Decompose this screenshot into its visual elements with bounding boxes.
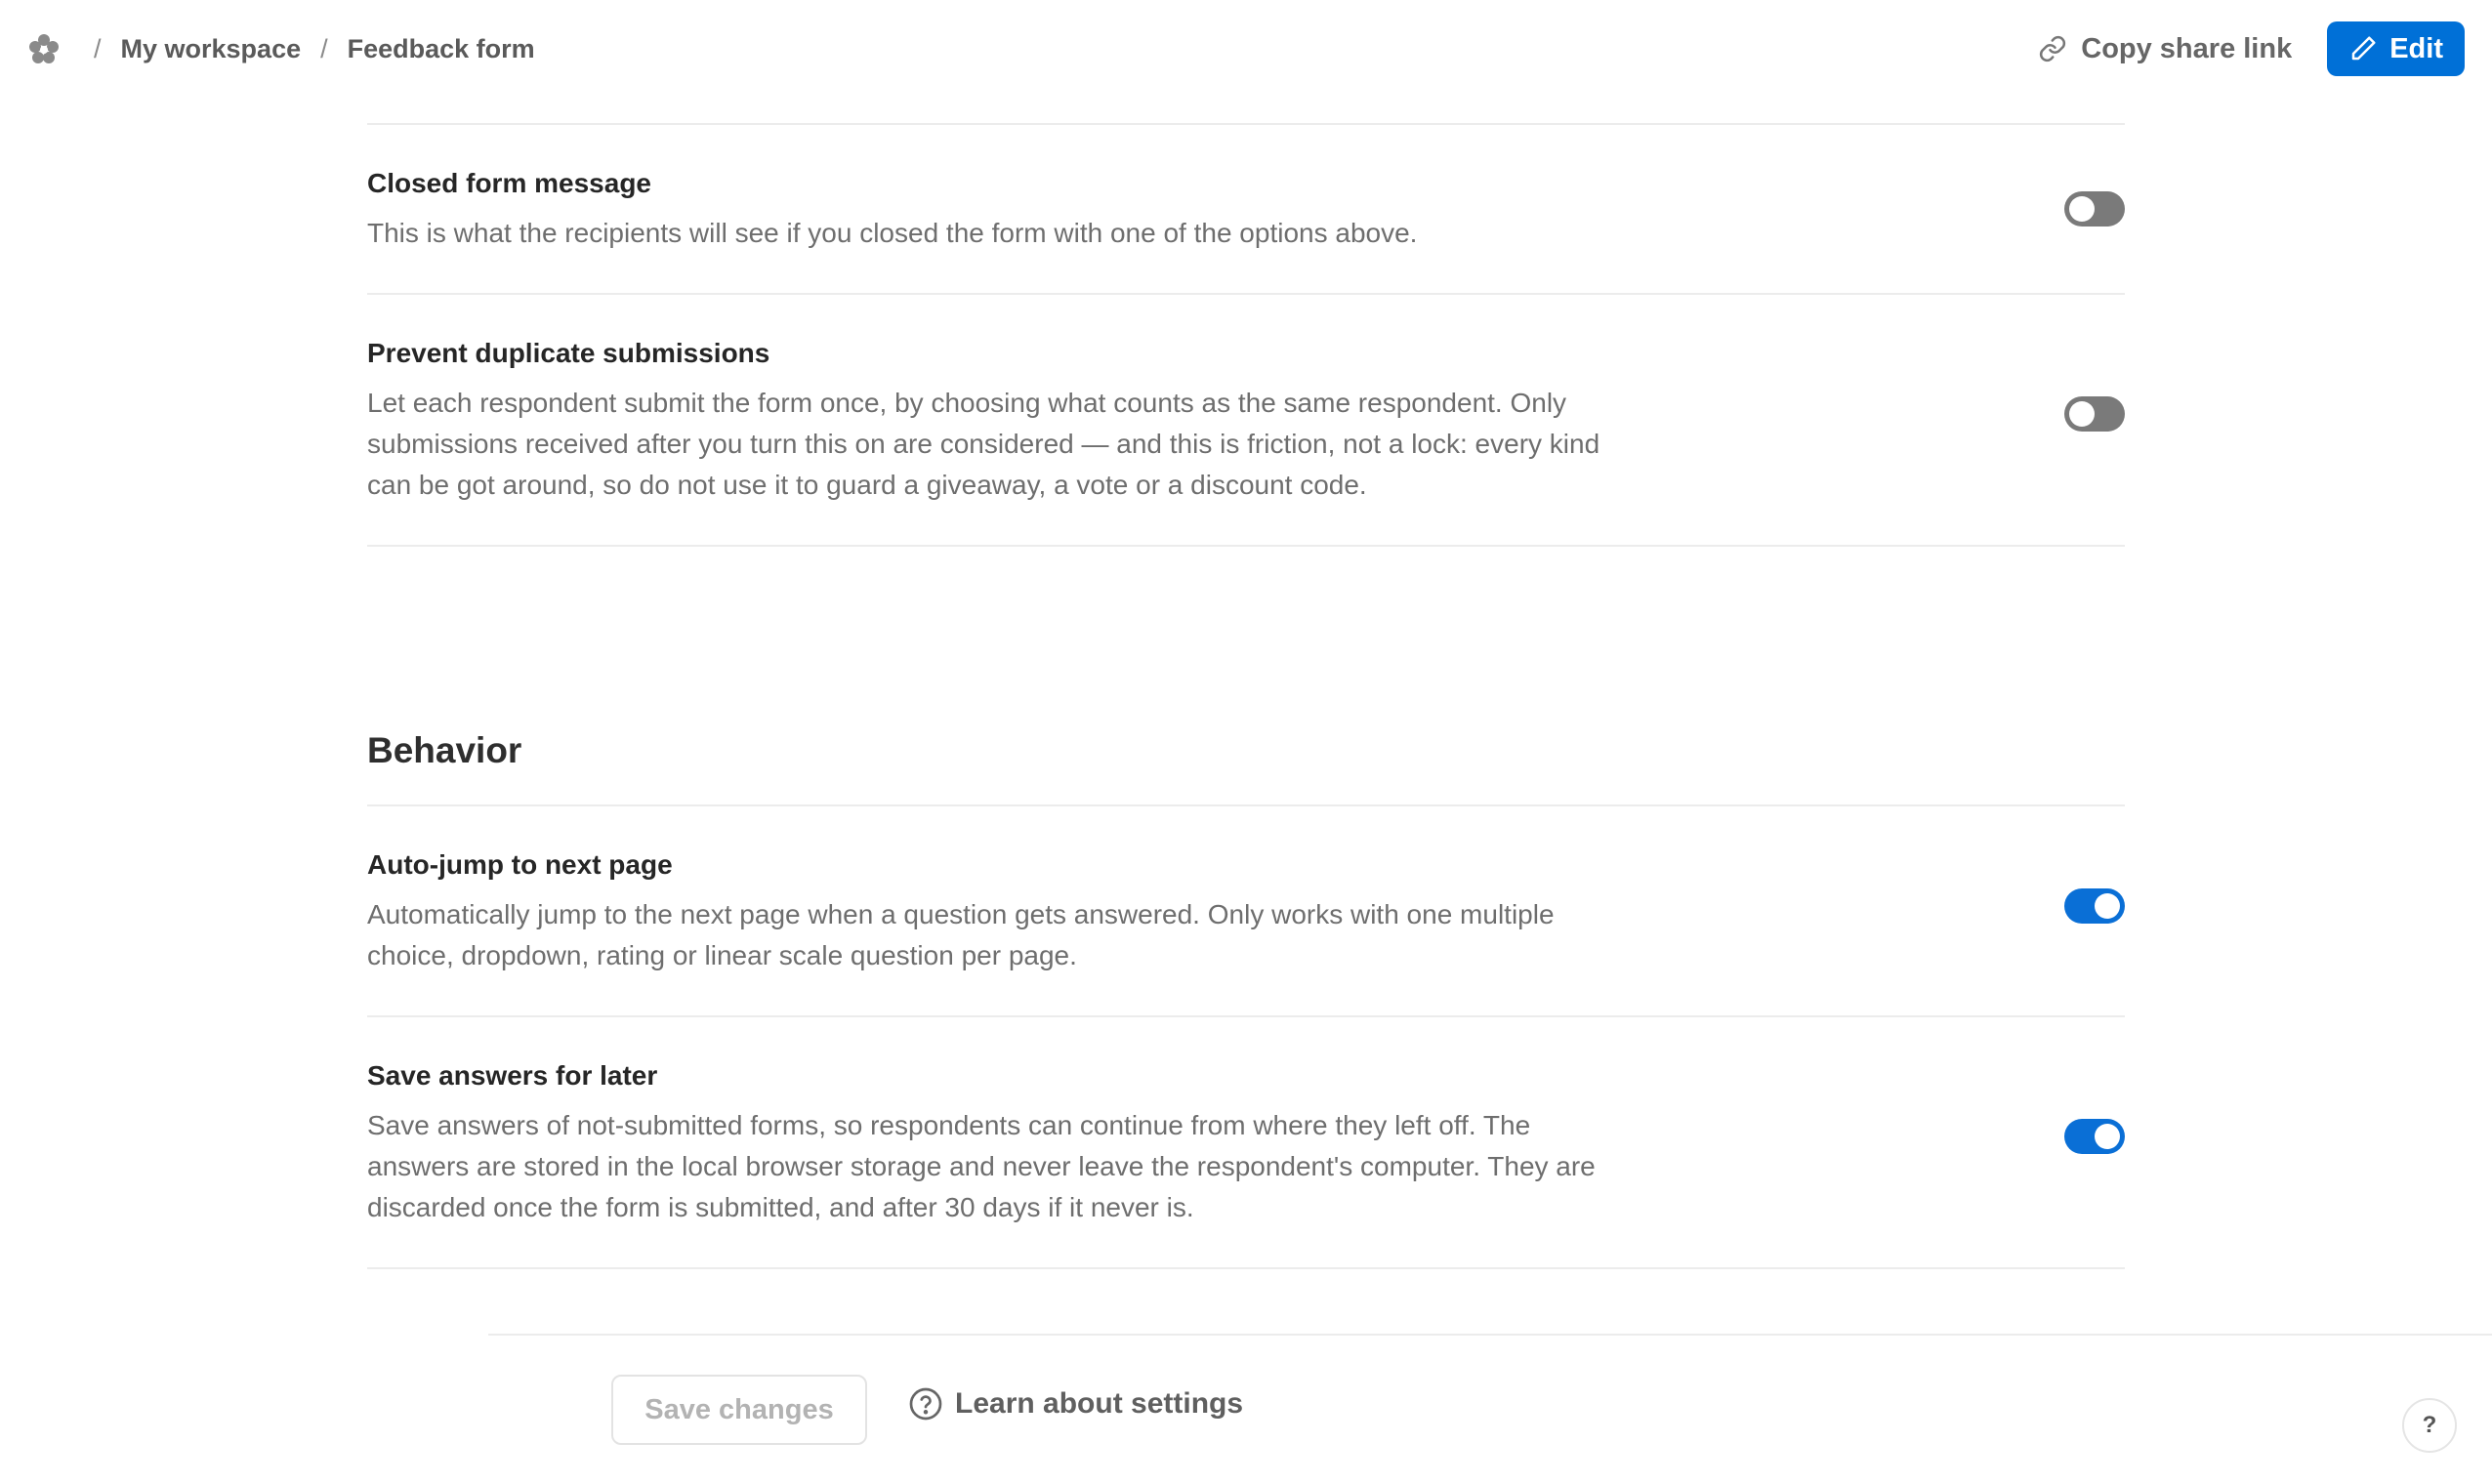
copy-share-link-label: Copy share link — [2081, 32, 2293, 64]
breadcrumb: / My workspace / Feedback form — [27, 32, 535, 65]
setting-title: Closed form message — [367, 168, 651, 198]
setting-description: Save answers of not-submitted forms, so … — [367, 1110, 1596, 1222]
footer-divider — [488, 1334, 2492, 1336]
save-changes-button[interactable]: Save changes — [611, 1375, 867, 1445]
setting-closed-form-message: Closed form message This is what the rec… — [367, 125, 2125, 295]
auto-jump-toggle[interactable] — [2064, 888, 2125, 924]
copy-share-link-button[interactable]: Copy share link — [2038, 33, 2292, 65]
question-circle-icon — [909, 1387, 942, 1421]
breadcrumb-separator: / — [94, 33, 102, 63]
setting-auto-jump: Auto-jump to next page Automatically jum… — [367, 806, 2125, 1017]
help-button[interactable]: ? — [2402, 1398, 2457, 1453]
setting-save-for-later: Save answers for later Save answers of n… — [367, 1017, 2125, 1269]
save-for-later-toggle[interactable] — [2064, 1119, 2125, 1154]
top-bar: / My workspace / Feedback form Copy shar… — [0, 0, 2492, 98]
setting-title: Prevent duplicate submissions — [367, 338, 770, 368]
learn-about-settings-link[interactable]: Learn about settings — [908, 1386, 1243, 1422]
breadcrumb-separator: / — [320, 33, 328, 63]
edit-button[interactable]: Edit — [2327, 21, 2465, 76]
link-icon — [2040, 35, 2066, 62]
setting-title: Save answers for later — [367, 1060, 658, 1091]
setting-prevent-duplicates: Prevent duplicate submissions Let each r… — [367, 295, 2125, 547]
breadcrumb-workspace[interactable]: My workspace — [121, 34, 302, 64]
breadcrumb-form[interactable]: Feedback form — [348, 34, 535, 64]
pencil-icon — [2351, 36, 2376, 61]
behavior-section-title: Behavior — [367, 730, 2125, 806]
header-actions: Copy share link Edit — [2038, 21, 2465, 76]
settings-content: Closed form message This is what the rec… — [367, 123, 2125, 1269]
prevent-duplicates-toggle[interactable] — [2064, 396, 2125, 432]
learn-about-settings-label: Learn about settings — [955, 1387, 1244, 1420]
setting-description: Let each respondent submit the form once… — [367, 388, 1600, 500]
setting-description: Automatically jump to the next page when… — [367, 899, 1555, 970]
closed-form-message-toggle[interactable] — [2064, 191, 2125, 227]
flower-icon[interactable] — [27, 32, 61, 65]
setting-description: This is what the recipients will see if … — [367, 218, 1418, 248]
setting-title: Auto-jump to next page — [367, 849, 673, 880]
edit-label: Edit — [2389, 32, 2443, 64]
